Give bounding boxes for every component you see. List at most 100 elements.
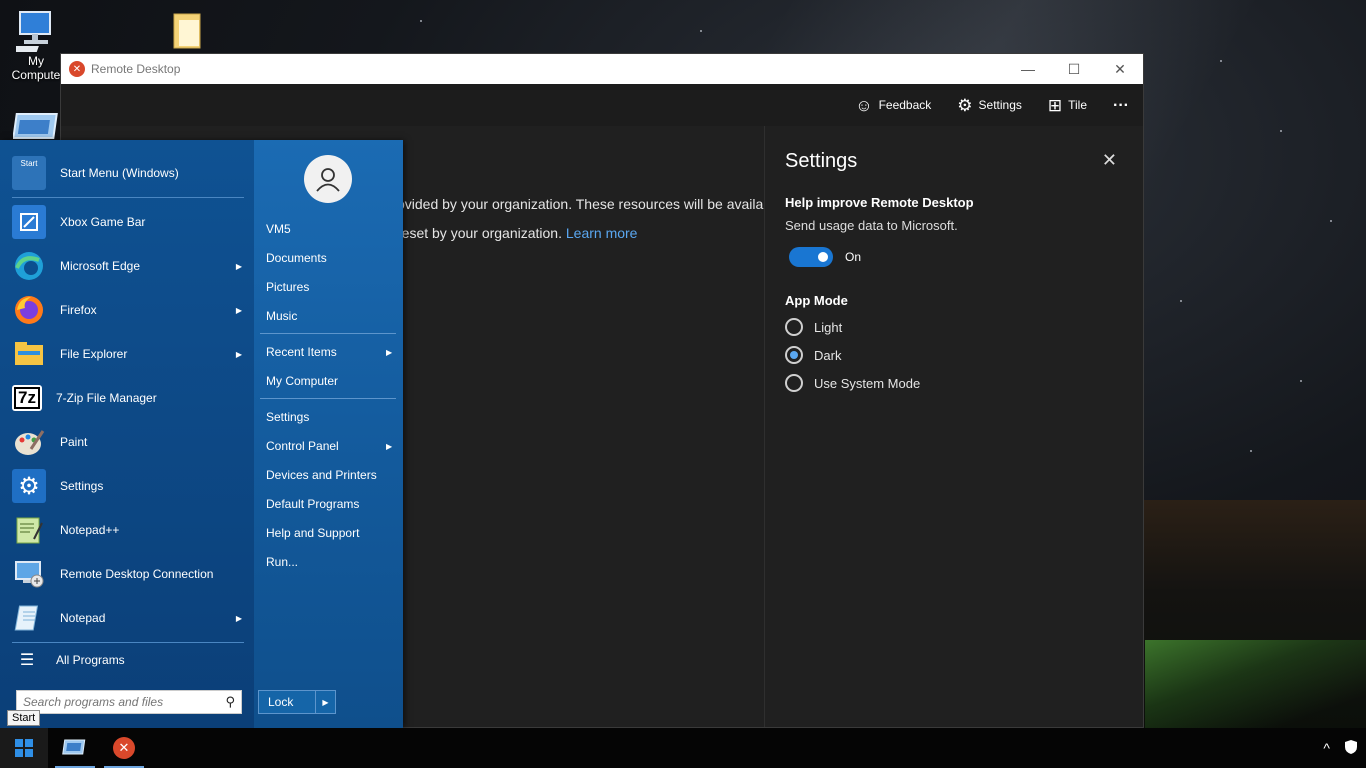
search-icon[interactable]: ⚲ bbox=[225, 694, 235, 710]
toolbar: ☺ Feedback ⚙ Settings ⊞ Tile ··· bbox=[61, 84, 1143, 126]
tile-button[interactable]: ⊞ Tile bbox=[1048, 97, 1087, 114]
feedback-label: Feedback bbox=[878, 98, 932, 112]
program-microsoft-edge[interactable]: Microsoft Edge ▶ bbox=[12, 246, 248, 286]
telemetry-subtext: Send usage data to Microsoft. bbox=[785, 218, 958, 233]
program-label: File Explorer bbox=[60, 347, 128, 361]
program-notepadpp[interactable]: Notepad++ bbox=[12, 510, 248, 550]
star bbox=[1280, 130, 1282, 132]
settings-panel: Settings ✕ Help improve Remote Desktop S… bbox=[764, 126, 1143, 727]
right-item-music[interactable]: Music bbox=[266, 309, 297, 323]
xbox-icon bbox=[12, 205, 46, 239]
program-7zip[interactable]: 7z 7-Zip File Manager bbox=[12, 378, 248, 418]
radio-button[interactable] bbox=[785, 374, 803, 392]
program-label: Microsoft Edge bbox=[60, 259, 141, 273]
window-title: Remote Desktop bbox=[91, 62, 181, 76]
star bbox=[1300, 380, 1302, 382]
right-item-vm5[interactable]: VM5 bbox=[266, 222, 291, 236]
program-firefox[interactable]: Firefox ▶ bbox=[12, 290, 248, 330]
program-file-explorer[interactable]: File Explorer ▶ bbox=[12, 334, 248, 374]
desktop-icon-explorer[interactable] bbox=[12, 112, 60, 143]
info-text-line2-body: reset by your organization. bbox=[397, 225, 562, 241]
right-item-label: Settings bbox=[266, 410, 310, 424]
start-tooltip: Start bbox=[7, 710, 41, 726]
right-item-my-computer[interactable]: My Computer bbox=[266, 374, 338, 388]
radio-light[interactable]: Light bbox=[785, 318, 842, 336]
right-item-settings[interactable]: Settings bbox=[266, 410, 309, 424]
lock-button[interactable]: Lock ▶ bbox=[258, 690, 336, 714]
close-icon: ✕ bbox=[1114, 60, 1126, 77]
right-item-label: Run... bbox=[266, 555, 299, 569]
star bbox=[1330, 220, 1332, 222]
right-item-recent-items[interactable]: Recent Items ▶ bbox=[266, 345, 392, 359]
paint-icon bbox=[12, 425, 46, 459]
program-label: Notepad++ bbox=[60, 523, 120, 537]
separator bbox=[260, 398, 396, 399]
settings-panel-title: Settings bbox=[785, 150, 858, 172]
right-item-help-support[interactable]: Help and Support bbox=[266, 526, 359, 540]
desktop-icon-my-computer[interactable]: My Compute bbox=[8, 10, 64, 82]
app-mode-heading: App Mode bbox=[785, 293, 848, 308]
notepadpp-icon bbox=[12, 513, 46, 547]
start-menu-icon: Start bbox=[12, 156, 46, 190]
radio-dark[interactable]: Dark bbox=[785, 346, 841, 364]
radio-button-selected[interactable] bbox=[785, 346, 803, 364]
taskbar-app-remote-desktop[interactable]: ✕ bbox=[100, 728, 148, 768]
settings-button[interactable]: ⚙ Settings bbox=[957, 97, 1022, 114]
lock-options-arrow-icon[interactable]: ▶ bbox=[315, 691, 335, 713]
edge-icon bbox=[12, 249, 46, 283]
search-input[interactable] bbox=[23, 695, 213, 709]
learn-more-link[interactable]: Learn more bbox=[566, 225, 638, 241]
submenu-arrow-icon: ▶ bbox=[235, 261, 242, 271]
more-button[interactable]: ··· bbox=[1113, 97, 1129, 114]
submenu-arrow-icon: ▶ bbox=[235, 305, 242, 315]
start-button[interactable] bbox=[0, 728, 48, 768]
search-box[interactable]: ⚲ bbox=[16, 690, 242, 714]
minimize-button[interactable]: — bbox=[1005, 54, 1051, 84]
taskbar: ✕ ^ bbox=[0, 728, 1366, 768]
shield-icon[interactable] bbox=[1344, 739, 1358, 758]
all-programs-button[interactable]: ☰ All Programs bbox=[12, 640, 248, 680]
folder-icon bbox=[168, 10, 208, 55]
user-avatar[interactable] bbox=[304, 155, 352, 203]
program-paint[interactable]: Paint bbox=[12, 422, 248, 462]
program-label: Settings bbox=[60, 479, 104, 493]
submenu-arrow-icon: ▶ bbox=[235, 613, 242, 623]
right-item-pictures[interactable]: Pictures bbox=[266, 280, 309, 294]
program-start-menu[interactable]: Start Start Menu (Windows) bbox=[12, 153, 248, 193]
right-item-run[interactable]: Run... bbox=[266, 555, 298, 569]
user-icon bbox=[316, 168, 340, 192]
chevron-up-icon[interactable]: ^ bbox=[1323, 740, 1330, 756]
notepad-icon bbox=[12, 601, 46, 635]
gear-icon: ⚙ bbox=[12, 469, 46, 503]
close-button[interactable]: ✕ bbox=[1097, 54, 1143, 84]
right-item-devices-printers[interactable]: Devices and Printers bbox=[266, 468, 377, 482]
rdc-icon bbox=[12, 557, 46, 591]
settings-close-button[interactable]: ✕ bbox=[1102, 150, 1117, 171]
feedback-button[interactable]: ☺ Feedback bbox=[855, 97, 931, 114]
radio-system[interactable]: Use System Mode bbox=[785, 374, 920, 392]
title-bar[interactable]: ✕ Remote Desktop — ☐ ✕ bbox=[61, 54, 1143, 84]
right-item-label: VM5 bbox=[266, 222, 291, 236]
desktop-icon-folder[interactable] bbox=[168, 10, 208, 55]
right-item-label: Documents bbox=[266, 251, 327, 265]
telemetry-toggle[interactable] bbox=[789, 247, 833, 267]
submenu-arrow-icon: ▶ bbox=[386, 442, 393, 451]
settings-label: Settings bbox=[978, 98, 1022, 112]
separator bbox=[12, 197, 244, 198]
taskbar-app-explorer[interactable] bbox=[51, 728, 99, 768]
right-item-default-programs[interactable]: Default Programs bbox=[266, 497, 359, 511]
info-text-line2: reset by your organization. Learn more bbox=[397, 225, 637, 241]
7zip-icon: 7z bbox=[12, 385, 42, 411]
program-xbox-game-bar[interactable]: Xbox Game Bar bbox=[12, 202, 248, 242]
program-remote-desktop-connection[interactable]: Remote Desktop Connection bbox=[12, 554, 248, 594]
remote-desktop-icon: ✕ bbox=[113, 737, 135, 759]
star bbox=[1220, 60, 1222, 62]
program-notepad[interactable]: Notepad ▶ bbox=[12, 598, 248, 638]
maximize-button[interactable]: ☐ bbox=[1051, 54, 1097, 84]
radio-button[interactable] bbox=[785, 318, 803, 336]
program-settings[interactable]: ⚙ Settings bbox=[12, 466, 248, 506]
right-item-label: Devices and Printers bbox=[266, 468, 377, 482]
radio-label: Light bbox=[814, 319, 843, 335]
right-item-control-panel[interactable]: Control Panel ▶ bbox=[266, 439, 392, 453]
right-item-documents[interactable]: Documents bbox=[266, 251, 327, 265]
